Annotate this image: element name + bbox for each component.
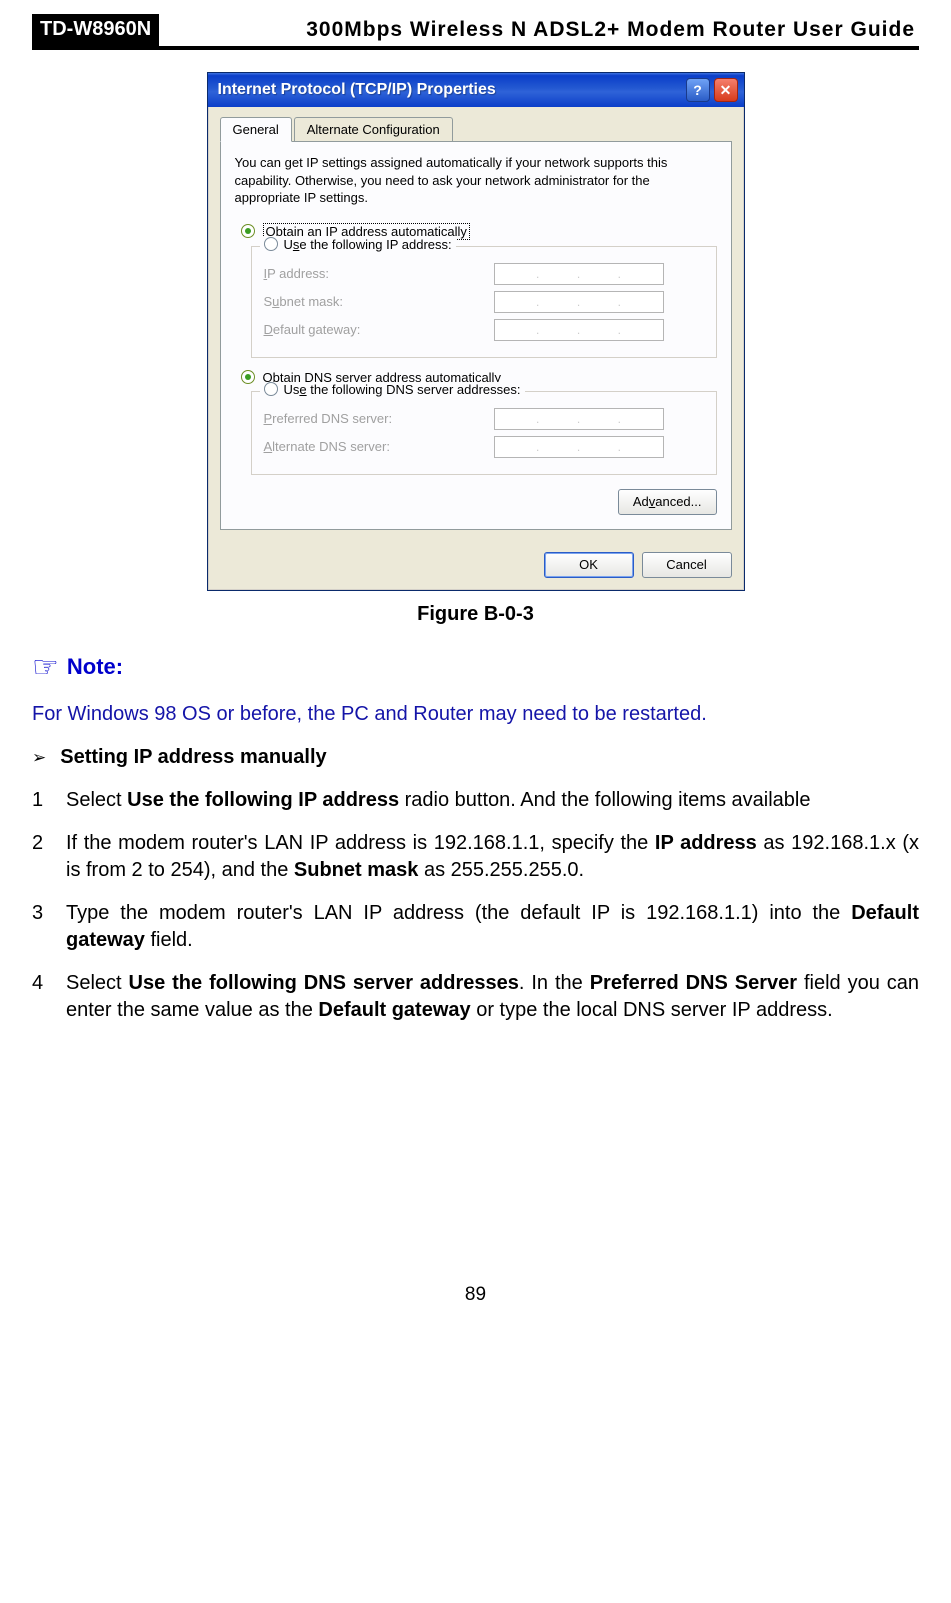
input-subnet-mask[interactable]: ... (494, 291, 664, 313)
radio-checked-icon (241, 370, 255, 384)
input-default-gateway[interactable]: ... (494, 319, 664, 341)
radio-checked-icon (241, 224, 255, 238)
input-alternate-dns[interactable]: ... (494, 436, 664, 458)
step-number: 3 (32, 900, 66, 954)
ok-button[interactable]: OK (544, 552, 634, 578)
hand-point-icon: ☞ (32, 650, 59, 685)
label-preferred-dns: Preferred DNS server: (264, 411, 494, 426)
page-number: 89 (32, 1284, 919, 1320)
tab-alternate[interactable]: Alternate Configuration (294, 117, 453, 141)
tab-general[interactable]: General (220, 117, 292, 142)
label-ip-address: IP address: (264, 266, 494, 281)
note-text: For Windows 98 OS or before, the PC and … (32, 703, 919, 726)
list-item: 4 Select Use the following DNS server ad… (32, 970, 919, 1024)
step-number: 1 (32, 787, 66, 814)
dialog-footer: OK Cancel (208, 542, 744, 590)
note-label: Note: (67, 654, 123, 680)
radio-unchecked-icon[interactable] (264, 382, 278, 396)
dialog-titlebar: Internet Protocol (TCP/IP) Properties ? … (208, 73, 744, 107)
label-alternate-dns: Alternate DNS server: (264, 439, 494, 454)
tab-panel-general: You can get IP settings assigned automat… (220, 141, 732, 530)
radio-label-text: Use the following DNS server addresses: (284, 382, 521, 397)
figure-caption: Figure B-0-3 (32, 603, 919, 626)
cancel-button[interactable]: Cancel (642, 552, 732, 578)
intro-text: You can get IP settings assigned automat… (235, 154, 717, 207)
input-preferred-dns[interactable]: ... (494, 408, 664, 430)
radio-unchecked-icon[interactable] (264, 237, 278, 251)
list-item: 1 Select Use the following IP address ra… (32, 787, 919, 814)
input-ip-address[interactable]: ... (494, 263, 664, 285)
radio-label-text: Use the following IP address: (284, 237, 452, 252)
guide-title: 300Mbps Wireless N ADSL2+ Modem Router U… (159, 14, 919, 46)
page-header: TD-W8960N 300Mbps Wireless N ADSL2+ Mode… (32, 14, 919, 50)
step-number: 4 (32, 970, 66, 1024)
chevron-icon: ➢ (32, 746, 46, 770)
dns-manual-group: Use the following DNS server addresses: … (251, 391, 717, 475)
step-number: 2 (32, 830, 66, 884)
ip-manual-group: Use the following IP address: IP address… (251, 246, 717, 358)
label-subnet-mask: Subnet mask: (264, 294, 494, 309)
dialog-title: Internet Protocol (TCP/IP) Properties (218, 81, 682, 99)
section-title: Setting IP address manually (60, 746, 326, 769)
tabs: General Alternate Configuration (220, 117, 732, 142)
close-button[interactable]: ✕ (714, 78, 738, 102)
advanced-button[interactable]: Advanced... (618, 489, 717, 515)
section-heading: ➢ Setting IP address manually (32, 746, 919, 770)
help-button[interactable]: ? (686, 78, 710, 102)
steps-list: 1 Select Use the following IP address ra… (32, 787, 919, 1024)
note-heading: ☞ Note: (32, 650, 919, 685)
label-default-gateway: Default gateway: (264, 322, 494, 337)
tcpip-properties-dialog: Internet Protocol (TCP/IP) Properties ? … (207, 72, 745, 591)
list-item: 2 If the modem router's LAN IP address i… (32, 830, 919, 884)
model-badge: TD-W8960N (32, 14, 159, 46)
list-item: 3 Type the modem router's LAN IP address… (32, 900, 919, 954)
